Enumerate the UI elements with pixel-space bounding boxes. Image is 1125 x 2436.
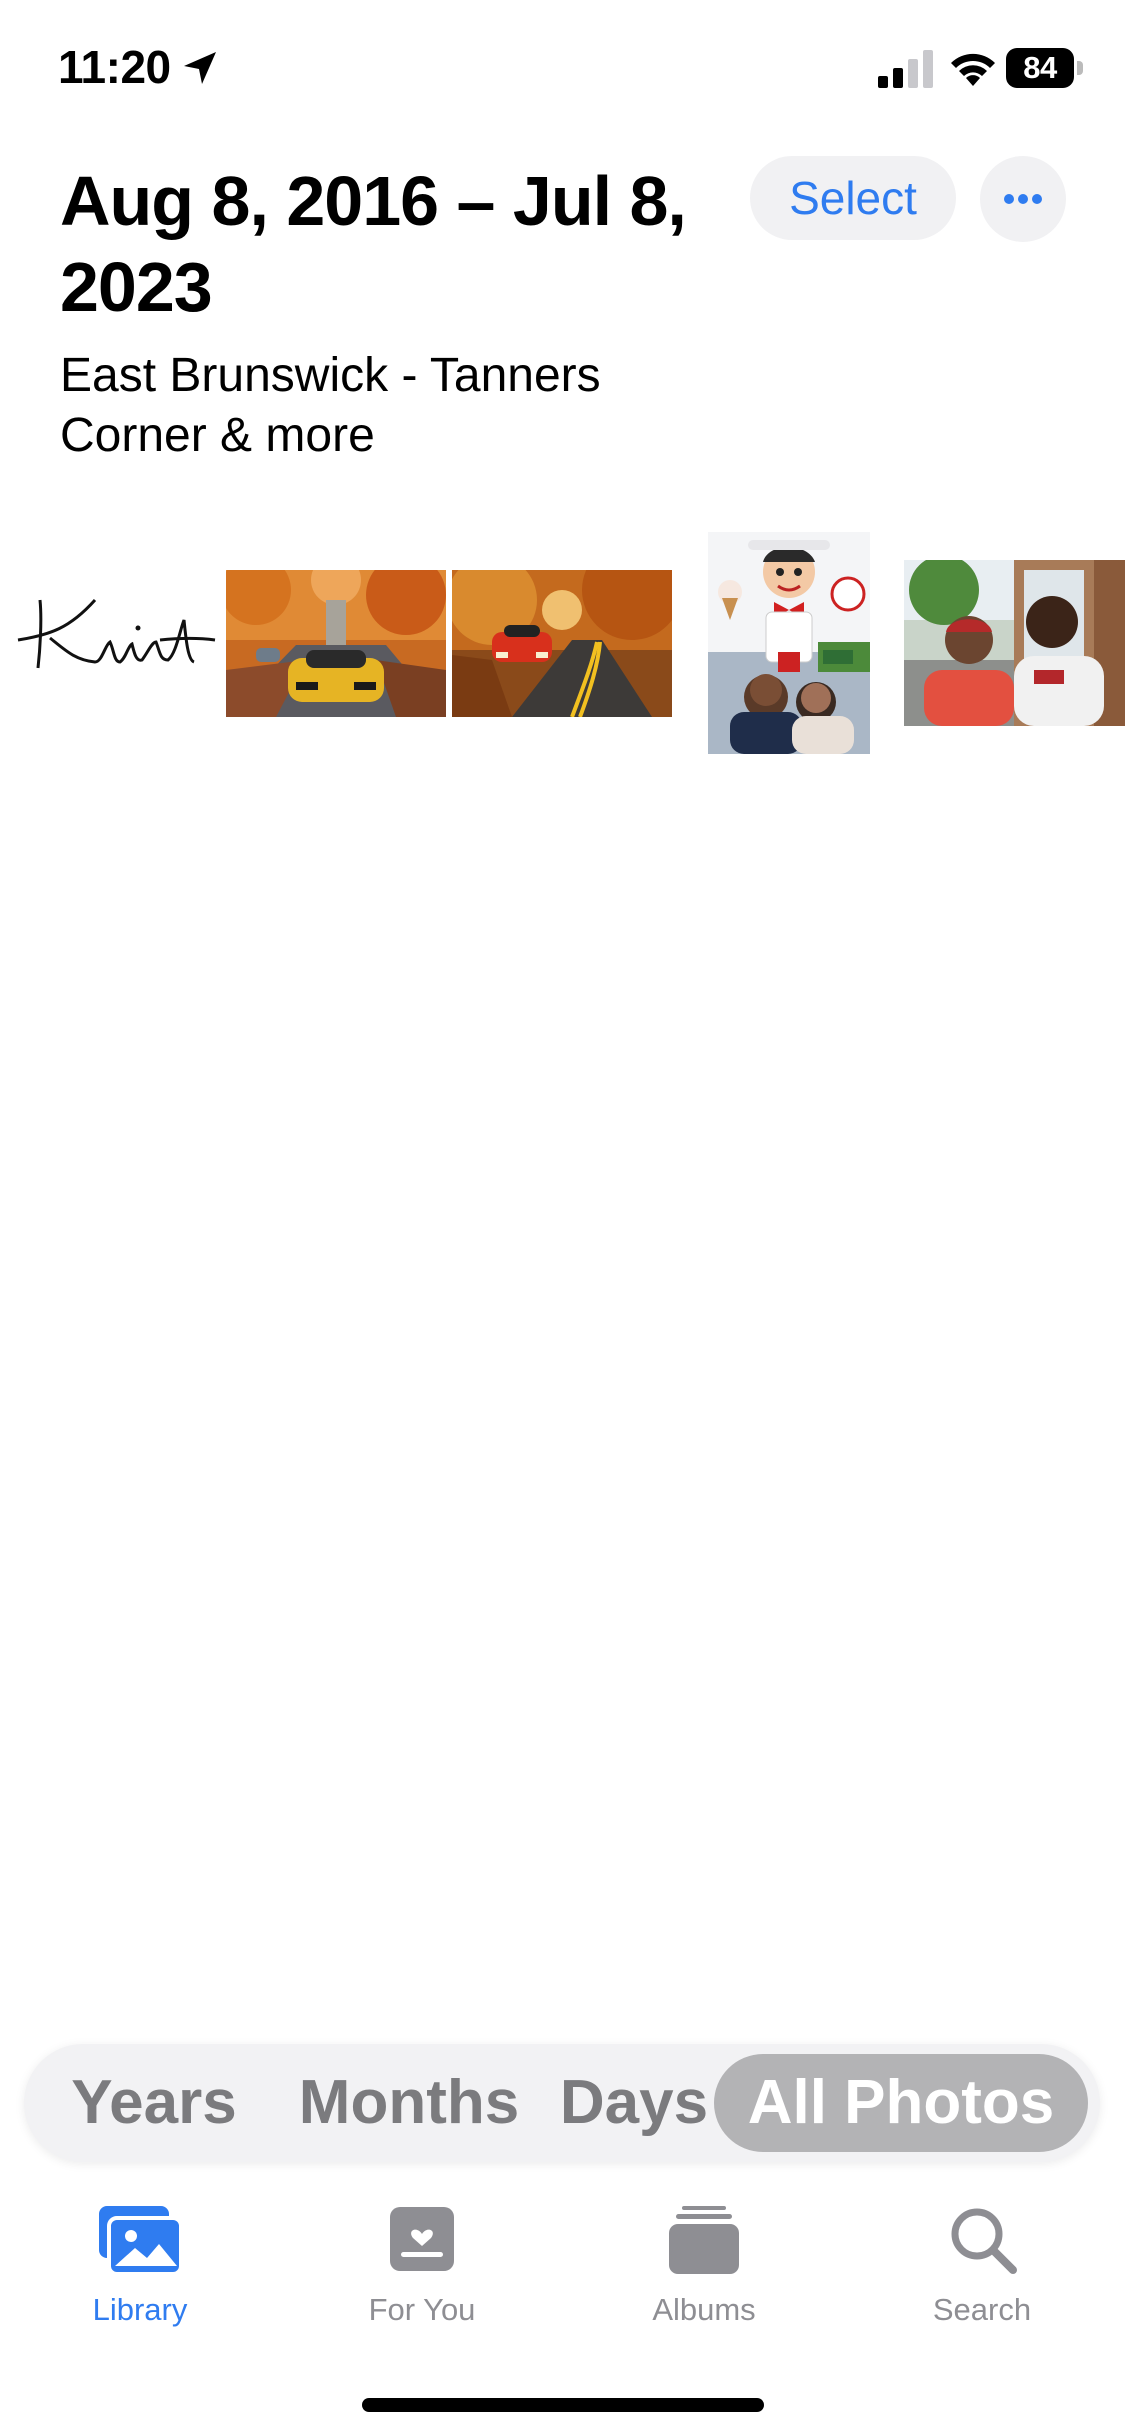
- location-arrow-icon: [180, 48, 220, 88]
- for-you-icon: [390, 2207, 454, 2271]
- search-icon: [951, 2208, 1017, 2274]
- tab-search[interactable]: Search: [882, 2180, 1082, 2340]
- photo-thumbnail-red-car[interactable]: [452, 570, 672, 717]
- tab-for-you[interactable]: For You: [322, 2180, 522, 2340]
- photo-thumbnail-yellow-car[interactable]: [226, 570, 446, 717]
- segment-all-photos[interactable]: All Photos: [714, 2044, 1088, 2162]
- segment-days[interactable]: Days: [554, 2044, 714, 2162]
- location-subtitle: East Brunswick - Tanners Corner & more: [60, 349, 601, 462]
- segment-months[interactable]: Months: [284, 2044, 534, 2162]
- wifi-icon: [948, 48, 998, 88]
- view-mode-selector: Years Months Days All Photos: [24, 2044, 1100, 2162]
- albums-icon: [669, 2206, 739, 2274]
- status-bar: 11:20 84: [0, 0, 1125, 140]
- tab-library[interactable]: Library: [40, 2180, 240, 2340]
- tab-library-label: Library: [92, 2292, 188, 2327]
- tab-search-label: Search: [932, 2292, 1032, 2327]
- photo-thumbnail-statue-selfie[interactable]: [708, 532, 870, 754]
- cellular-signal-icon: [878, 50, 934, 88]
- status-time: 11:20: [58, 41, 171, 93]
- page-title: Aug 8, 2016 – Jul 8, 2023: [60, 162, 687, 326]
- home-indicator[interactable]: [362, 2398, 764, 2412]
- ellipsis-icon: [1004, 194, 1042, 204]
- photo-thumbnail-signature[interactable]: [10, 580, 220, 690]
- tab-bar: Library For You Albums Search: [0, 2180, 1125, 2380]
- more-options-button[interactable]: [980, 156, 1066, 242]
- photo-grid: [0, 530, 1125, 760]
- tab-albums[interactable]: Albums: [604, 2180, 804, 2340]
- photo-thumbnail-selfie[interactable]: [904, 560, 1125, 726]
- segment-years[interactable]: Years: [54, 2044, 254, 2162]
- tab-for-you-label: For You: [368, 2292, 476, 2327]
- tab-albums-label: Albums: [652, 2292, 756, 2327]
- battery-icon: 84: [1006, 48, 1084, 90]
- battery-level: 84: [1006, 48, 1074, 88]
- select-button[interactable]: Select: [750, 156, 956, 240]
- photo-library-icon: [99, 2206, 183, 2276]
